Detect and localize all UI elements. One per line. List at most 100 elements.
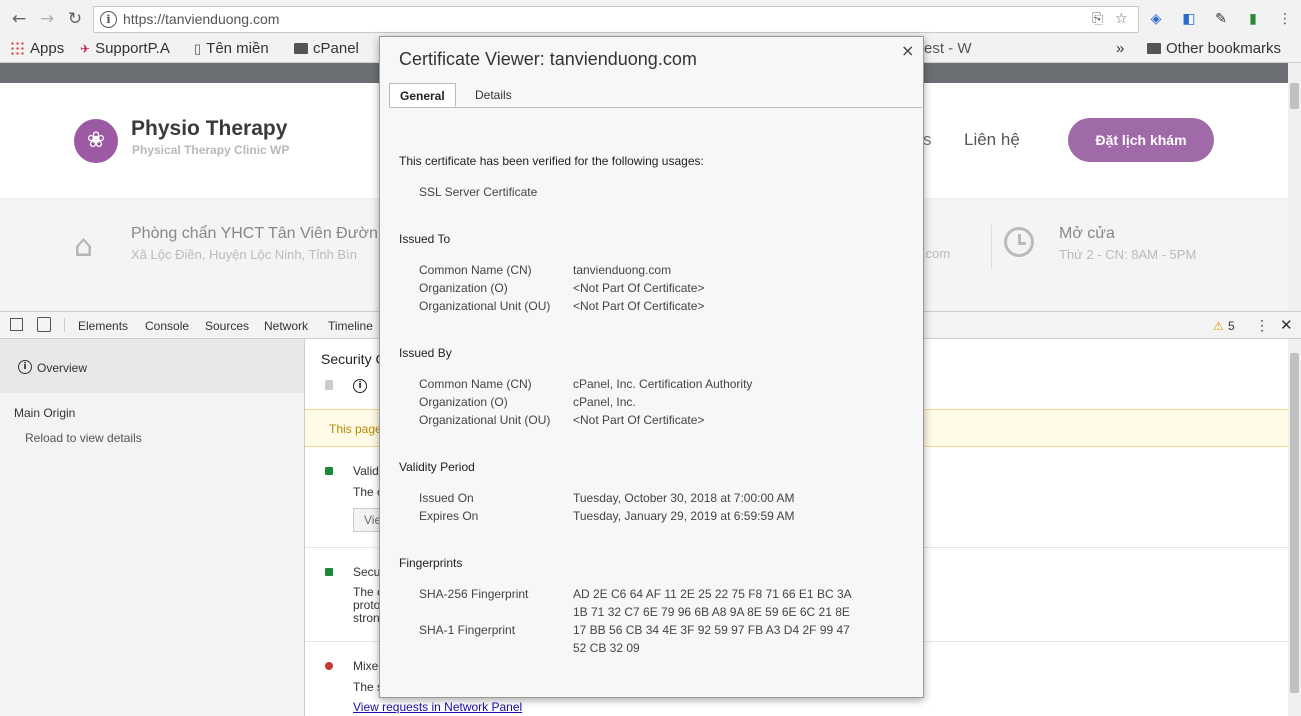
support-favicon-icon: ✈ xyxy=(80,42,91,56)
inspect-element-icon[interactable] xyxy=(10,318,23,331)
secure-status-icon xyxy=(325,568,333,576)
secure-connection-title: Secu xyxy=(353,565,381,579)
tab-sources[interactable]: Sources xyxy=(205,319,249,333)
valid-cert-title: Valid xyxy=(353,464,379,478)
extension-icon-2[interactable]: ◧ xyxy=(1180,10,1198,28)
reload-hint: Reload to view details xyxy=(25,431,142,445)
close-icon[interactable]: × xyxy=(901,41,914,60)
tab-console[interactable]: Console xyxy=(145,319,189,333)
devtools-scrollbar-thumb[interactable] xyxy=(1290,353,1299,693)
browser-menu-icon[interactable]: ⋮ xyxy=(1276,10,1294,28)
issued-by-o-label: Organization (O) xyxy=(419,395,508,409)
bookmark-supportpa[interactable]: ✈ SupportP.A xyxy=(80,40,170,57)
lotus-logo-icon[interactable]: ❀ xyxy=(74,119,118,163)
sha1-label: SHA-1 Fingerprint xyxy=(419,623,516,637)
issued-by-cn-value: cPanel, Inc. Certification Authority xyxy=(573,377,753,391)
issued-by-cn-label: Common Name (CN) xyxy=(419,377,532,391)
stats-extension-icon[interactable]: ▮ xyxy=(1244,10,1262,28)
sha1-line-2: 52 CB 32 09 xyxy=(573,641,640,655)
issued-to-ou-value: <Not Part Of Certificate> xyxy=(573,299,705,313)
tab-details[interactable]: Details xyxy=(465,83,522,107)
issued-to-ou-label: Organizational Unit (OU) xyxy=(419,299,551,313)
clock-icon xyxy=(1004,227,1034,257)
tab-elements[interactable]: Elements xyxy=(78,319,128,333)
issued-to-o-label: Organization (O) xyxy=(419,281,508,295)
forward-icon[interactable]: → xyxy=(36,9,58,29)
fingerprints-heading: Fingerprints xyxy=(399,556,463,570)
clinic-email-partial: .com xyxy=(922,246,951,261)
site-info-icon[interactable]: i xyxy=(100,11,117,28)
issued-to-heading: Issued To xyxy=(399,232,451,246)
back-icon[interactable]: ← xyxy=(8,9,30,29)
device-mode-icon[interactable] xyxy=(37,317,51,332)
overview-item[interactable]: i Overview xyxy=(0,339,304,393)
issued-by-heading: Issued By xyxy=(399,346,452,360)
mixed-content-title: Mixe xyxy=(353,659,379,673)
issued-on-label: Issued On xyxy=(419,491,474,505)
issued-by-o-value: cPanel, Inc. xyxy=(573,395,636,409)
issued-to-cn-label: Common Name (CN) xyxy=(419,263,532,277)
secure-status-icon xyxy=(325,467,333,475)
expires-on-label: Expires On xyxy=(419,509,479,523)
info-circle-icon: i xyxy=(353,379,367,393)
view-requests-link[interactable]: View requests in Network Panel xyxy=(353,700,522,714)
bookmark-apps[interactable]: Apps xyxy=(10,40,64,57)
sha256-label: SHA-256 Fingerprint xyxy=(419,587,529,601)
translate-icon[interactable]: ⎘ xyxy=(1092,11,1103,27)
url-text[interactable]: https://tanvienduong.com xyxy=(123,11,279,27)
issued-to-cn-value: tanvienduong.com xyxy=(573,263,672,277)
tab-timeline[interactable]: Timeline xyxy=(328,319,373,333)
expires-on-value: Tuesday, January 29, 2019 at 6:59:59 AM xyxy=(573,509,795,523)
apps-grid-icon xyxy=(10,41,24,55)
clinic-name: Phòng chẩn YHCT Tân Viên Đườn xyxy=(131,225,378,242)
browser-toolbar: ← → ↻ i https://tanvienduong.com ⎘ ☆ ◈ ◧… xyxy=(0,0,1301,38)
devtools-menu-icon[interactable]: ⋮ xyxy=(1255,317,1269,334)
bookmark-star-icon[interactable]: ☆ xyxy=(1115,11,1128,27)
banner-text: This page xyxy=(329,422,382,436)
bookmark-other[interactable]: Other bookmarks xyxy=(1147,40,1281,57)
dialog-tabs: General Details xyxy=(389,83,922,108)
issued-by-ou-label: Organizational Unit (OU) xyxy=(419,413,551,427)
nav-item-partial[interactable]: s xyxy=(923,130,932,150)
nav-item-contact[interactable]: Liên hệ xyxy=(964,130,1020,150)
bookmark-cpanel[interactable]: cPanel xyxy=(294,40,359,57)
site-logo-title[interactable]: Physio Therapy xyxy=(131,117,287,141)
page-scrollbar[interactable] xyxy=(1288,63,1301,311)
verified-text: This certificate has been verified for t… xyxy=(399,154,704,168)
bookmark-partial[interactable]: est - W xyxy=(924,40,972,57)
book-appointment-button[interactable]: Đặt lịch khám xyxy=(1068,118,1214,162)
more-bookmarks-chevron[interactable]: » xyxy=(1116,40,1124,57)
issued-to-o-value: <Not Part Of Certificate> xyxy=(573,281,705,295)
reload-icon[interactable]: ↻ xyxy=(64,9,86,29)
overview-label: Overview xyxy=(37,361,88,375)
warning-count[interactable]: 5 xyxy=(1228,319,1235,333)
issued-by-ou-value: <Not Part Of Certificate> xyxy=(573,413,705,427)
address-bar[interactable]: i https://tanvienduong.com ⎘ ☆ xyxy=(93,6,1139,33)
security-sidebar: i Overview Main Origin Reload to view de… xyxy=(0,339,305,716)
warning-icon[interactable]: ⚠ xyxy=(1213,319,1224,333)
page-icon: ▯ xyxy=(194,41,202,56)
hours-title: Mở cửa xyxy=(1059,225,1115,242)
site-logo-subtitle: Physical Therapy Clinic WP xyxy=(132,143,290,157)
lock-icon xyxy=(325,380,333,390)
tab-network[interactable]: Network xyxy=(264,319,308,333)
divider xyxy=(991,225,992,269)
home-icon: ⌂ xyxy=(74,229,94,264)
bookmark-ten-mien[interactable]: ▯ Tên miền xyxy=(194,40,269,57)
certificate-viewer-dialog: Certificate Viewer: tanvienduong.com × G… xyxy=(379,36,924,698)
devtools-close-icon[interactable]: ✕ xyxy=(1280,316,1293,334)
sha256-line-2: 1B 71 32 C7 6E 79 96 6B A8 9A 8E 59 6E 6… xyxy=(573,605,850,619)
info-circle-icon: i xyxy=(18,360,32,374)
main-origin-label: Main Origin xyxy=(14,406,76,420)
clinic-address: Xã Lộc Điền, Huyện Lộc Ninh, Tỉnh Bìn xyxy=(131,247,357,262)
page-scrollbar-thumb[interactable] xyxy=(1290,83,1299,109)
eyedropper-icon[interactable]: ✎ xyxy=(1212,10,1230,28)
sha1-line-1: 17 BB 56 CB 34 4E 3F 92 59 97 FB A3 D4 2… xyxy=(573,623,850,637)
folder-icon xyxy=(294,43,308,54)
devtools-scrollbar[interactable] xyxy=(1288,339,1301,716)
tab-general[interactable]: General xyxy=(389,83,456,107)
extension-icon-1[interactable]: ◈ xyxy=(1147,10,1165,28)
hours-text: Thứ 2 - CN: 8AM - 5PM xyxy=(1059,247,1197,262)
issued-on-value: Tuesday, October 30, 2018 at 7:00:00 AM xyxy=(573,491,795,505)
divider xyxy=(64,318,65,332)
